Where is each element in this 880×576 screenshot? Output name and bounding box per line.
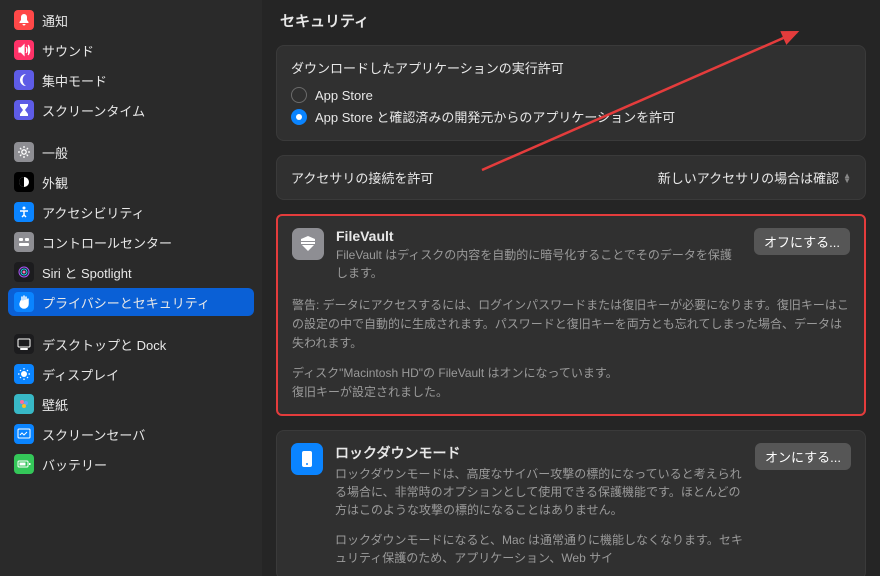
sidebar-item-label: ディスプレイ xyxy=(42,365,119,384)
sidebar-item-label: サウンド xyxy=(42,41,94,60)
sidebar-item-label: 壁紙 xyxy=(42,395,68,414)
radio-label: App Store xyxy=(315,88,373,103)
hand-icon xyxy=(14,292,34,312)
radio-identified-dev[interactable]: App Store と確認済みの開発元からのアプリケーションを許可 xyxy=(291,105,851,128)
wall-icon xyxy=(14,394,34,414)
sidebar-item-gear[interactable]: 一般 xyxy=(8,138,254,166)
cc-icon xyxy=(14,232,34,252)
chevron-updown-icon: ▲▼ xyxy=(843,173,851,183)
lockdown-title: ロックダウンモード xyxy=(335,443,743,463)
sidebar-item-label: アクセシビリティ xyxy=(42,203,145,222)
sidebar-item-label: Siri と Spotlight xyxy=(42,263,132,282)
sidebar-item-label: デスクトップと Dock xyxy=(42,335,166,354)
radio-circle xyxy=(291,87,307,103)
appear-icon xyxy=(14,172,34,192)
filevault-panel: FileVault FileVault はディスクの内容を自動的に暗号化すること… xyxy=(276,214,866,416)
sidebar-item-hourglass[interactable]: スクリーンタイム xyxy=(8,96,254,124)
sidebar-item-saver[interactable]: スクリーンセーバ xyxy=(8,420,254,448)
accessory-panel: アクセサリの接続を許可 新しいアクセサリの場合は確認 ▲▼ xyxy=(276,155,866,200)
bell-icon xyxy=(14,10,34,30)
main-content: セキュリティ ダウンロードしたアプリケーションの実行許可 App Store A… xyxy=(262,0,880,576)
siri-icon xyxy=(14,262,34,282)
lockdown-icon xyxy=(291,443,323,475)
filevault-status1: ディスク"Macintosh HD"の FileVault はオンになっています… xyxy=(292,364,850,383)
sidebar-item-bell[interactable]: 通知 xyxy=(8,6,254,34)
radio-label: App Store と確認済みの開発元からのアプリケーションを許可 xyxy=(315,107,675,126)
sound-icon xyxy=(14,40,34,60)
filevault-title: FileVault xyxy=(336,228,742,244)
accessory-label: アクセサリの接続を許可 xyxy=(291,168,433,187)
access-icon xyxy=(14,202,34,222)
filevault-icon xyxy=(292,228,324,260)
sidebar-item-wall[interactable]: 壁紙 xyxy=(8,390,254,418)
download-heading: ダウンロードしたアプリケーションの実行許可 xyxy=(291,58,851,77)
sidebar-item-label: 外観 xyxy=(42,173,68,192)
accessory-value: 新しいアクセサリの場合は確認 xyxy=(658,168,839,187)
sidebar-item-siri[interactable]: Siri と Spotlight xyxy=(8,258,254,286)
lockdown-note: ロックダウンモードになると、Mac は通常通りに機能しなくなります。セキュリティ… xyxy=(335,531,743,567)
battery-icon xyxy=(14,454,34,474)
page-title: セキュリティ xyxy=(276,0,866,45)
saver-icon xyxy=(14,424,34,444)
sidebar-item-dock[interactable]: デスクトップと Dock xyxy=(8,330,254,358)
sidebar-item-appear[interactable]: 外観 xyxy=(8,168,254,196)
hourglass-icon xyxy=(14,100,34,120)
moon-icon xyxy=(14,70,34,90)
sidebar-item-label: 集中モード xyxy=(42,71,107,90)
radio-circle-selected xyxy=(291,109,307,125)
sidebar-item-battery[interactable]: バッテリー xyxy=(8,450,254,478)
sidebar-item-sound[interactable]: サウンド xyxy=(8,36,254,64)
sidebar-item-label: スクリーンタイム xyxy=(42,101,145,120)
dock-icon xyxy=(14,334,34,354)
sidebar-item-display[interactable]: ディスプレイ xyxy=(8,360,254,388)
sidebar-item-cc[interactable]: コントロールセンター xyxy=(8,228,254,256)
radio-app-store[interactable]: App Store xyxy=(291,85,851,105)
sidebar-item-label: バッテリー xyxy=(42,455,107,474)
lockdown-toggle-button[interactable]: オンにする... xyxy=(755,443,851,470)
gear-icon xyxy=(14,142,34,162)
sidebar-item-label: 通知 xyxy=(42,11,68,30)
lockdown-panel: ロックダウンモード ロックダウンモードは、高度なサイバー攻撃の標的になっていると… xyxy=(276,430,866,576)
sidebar-item-label: コントロールセンター xyxy=(42,233,172,252)
filevault-warning: 警告: データにアクセスするには、ログインパスワードまたは復旧キーが必要になりま… xyxy=(292,296,850,354)
accessory-select[interactable]: 新しいアクセサリの場合は確認 ▲▼ xyxy=(658,168,851,187)
sidebar-item-label: スクリーンセーバ xyxy=(42,425,145,444)
filevault-toggle-button[interactable]: オフにする... xyxy=(754,228,850,255)
display-icon xyxy=(14,364,34,384)
filevault-status2: 復旧キーが設定されました。 xyxy=(292,383,850,402)
sidebar-item-moon[interactable]: 集中モード xyxy=(8,66,254,94)
lockdown-desc: ロックダウンモードは、高度なサイバー攻撃の標的になっていると考えられる場合に、非… xyxy=(335,465,743,519)
sidebar-item-label: 一般 xyxy=(42,143,68,162)
sidebar: 通知サウンド集中モードスクリーンタイム一般外観アクセシビリティコントロールセンタ… xyxy=(0,0,262,576)
sidebar-item-hand[interactable]: プライバシーとセキュリティ xyxy=(8,288,254,316)
sidebar-item-access[interactable]: アクセシビリティ xyxy=(8,198,254,226)
download-panel: ダウンロードしたアプリケーションの実行許可 App Store App Stor… xyxy=(276,45,866,141)
sidebar-item-label: プライバシーとセキュリティ xyxy=(42,293,210,312)
filevault-desc: FileVault はディスクの内容を自動的に暗号化することでそのデータを保護し… xyxy=(336,246,742,282)
